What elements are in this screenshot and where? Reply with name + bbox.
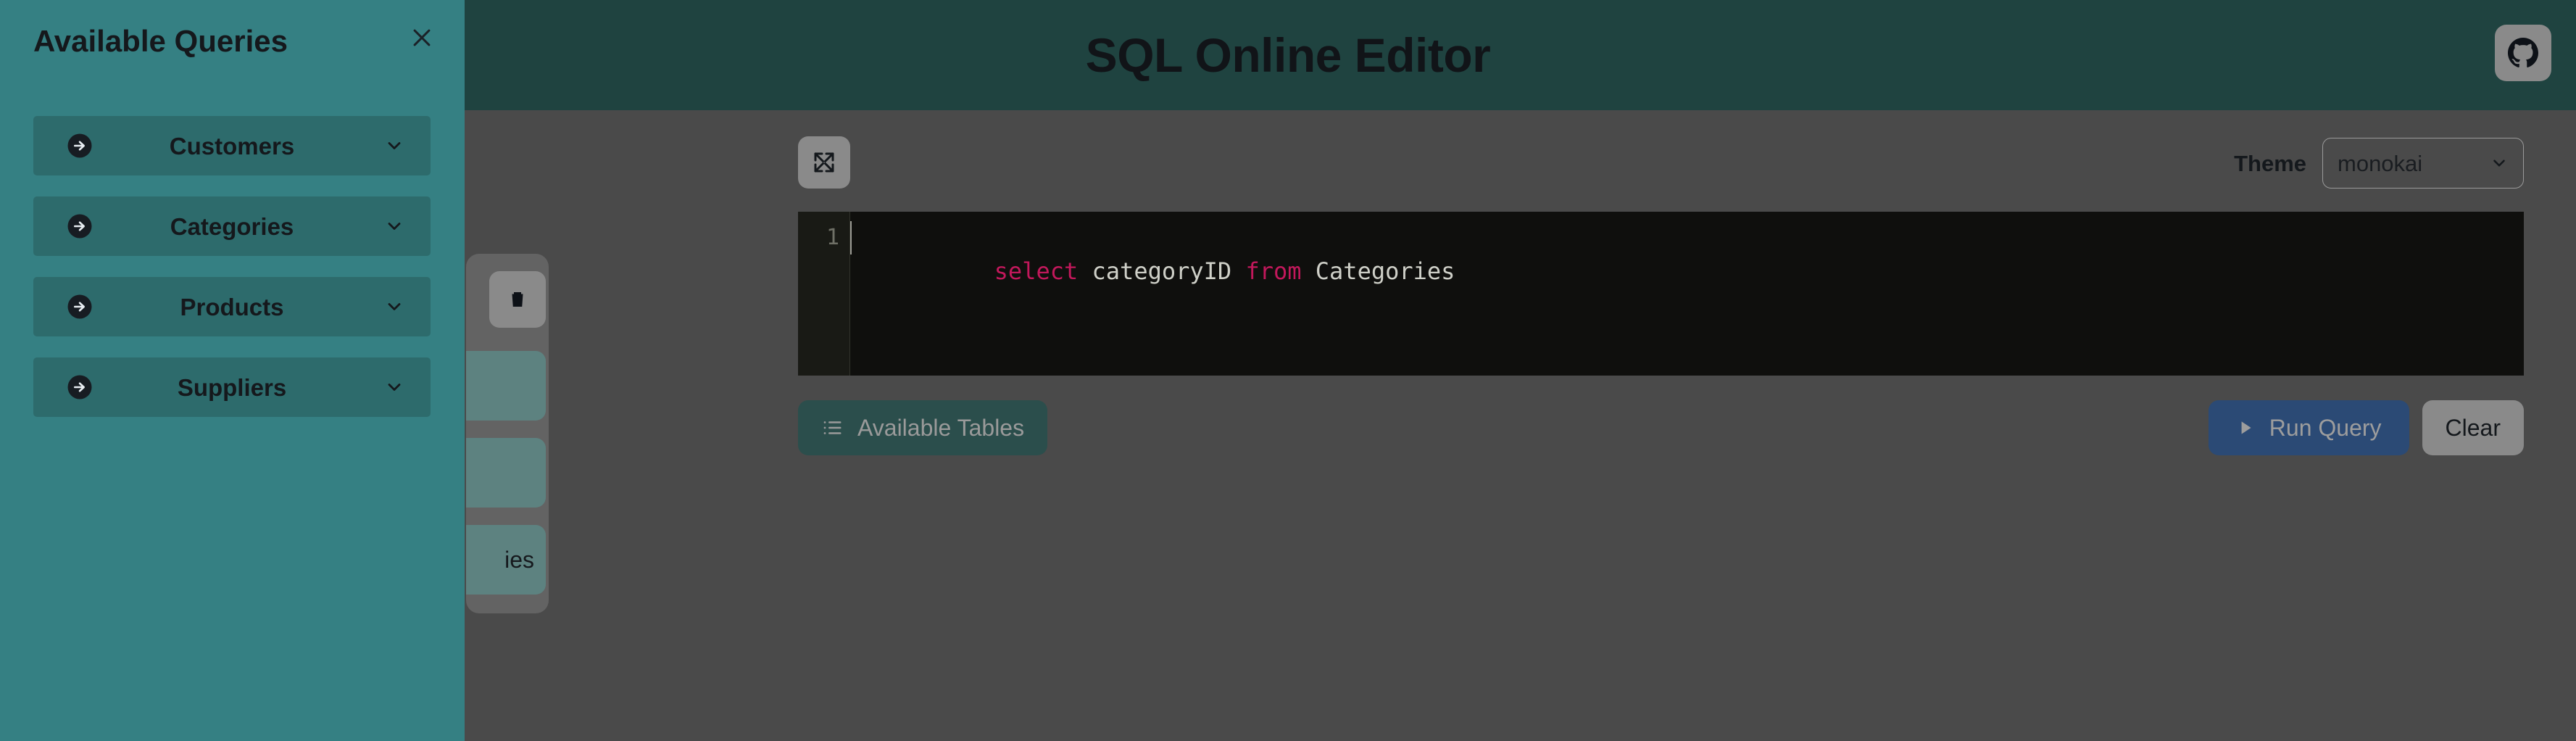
list-icon [821, 417, 843, 439]
code-area[interactable]: select categoryID from Categories [850, 212, 2524, 376]
drawer-close-button[interactable] [404, 20, 439, 55]
run-query-button[interactable]: Run Query [2208, 400, 2409, 455]
arrow-right-circle-icon [67, 133, 93, 159]
arrow-right-circle-icon [67, 294, 93, 320]
close-icon [410, 25, 434, 50]
sidebar-item-label: Customers [169, 132, 295, 160]
sidebar-item-suppliers[interactable]: Suppliers [33, 357, 431, 417]
sidebar-item-label: Suppliers [177, 373, 287, 401]
list-item[interactable] [466, 351, 546, 421]
editor-action-bar: Available Tables Run Query Clear [798, 400, 2524, 455]
line-number-gutter: 1 [798, 212, 850, 376]
trash-icon [507, 289, 528, 310]
sql-code-editor[interactable]: 1 select categoryID from Categories [798, 212, 2524, 376]
list-item[interactable] [466, 438, 546, 508]
chevron-down-icon [384, 297, 404, 317]
run-query-label: Run Query [2269, 415, 2382, 441]
obscured-queries-panel: ies [466, 254, 549, 613]
chevron-down-icon [384, 377, 404, 397]
theme-select-value: monokai [2338, 150, 2423, 176]
available-queries-drawer: Available Queries Customers Categories P… [0, 0, 465, 741]
github-link-button[interactable] [2495, 25, 2551, 81]
sidebar-item-categories[interactable]: Categories [33, 196, 431, 256]
editor-toolbar: Theme monokai [798, 136, 2524, 196]
fullscreen-toggle-button[interactable] [798, 136, 850, 189]
delete-button[interactable] [489, 271, 546, 328]
play-icon [2236, 418, 2255, 437]
chevron-down-icon [384, 216, 404, 236]
theme-control-group: Theme monokai [2234, 138, 2524, 189]
text-caret [850, 221, 852, 254]
available-tables-label: Available Tables [857, 415, 1025, 441]
theme-label: Theme [2234, 150, 2306, 176]
available-tables-button[interactable]: Available Tables [798, 400, 1048, 455]
sidebar-item-label: Products [180, 293, 284, 320]
theme-select[interactable]: monokai [2322, 138, 2524, 189]
page-title: SQL Online Editor [1085, 28, 1491, 82]
query-accordion-list: Customers Categories Products Suppliers [33, 116, 431, 438]
sql-token-plain: Categories [1301, 257, 1455, 285]
sql-token-keyword: from [1245, 257, 1302, 285]
primary-actions: Run Query Clear [2208, 400, 2524, 455]
sidebar-item-customers[interactable]: Customers [33, 116, 431, 175]
line-number: 1 [826, 225, 839, 250]
code-line: select categoryID from Categories [850, 221, 2524, 285]
arrow-right-circle-icon [67, 374, 93, 400]
sql-token-keyword: select [994, 257, 1079, 285]
sql-token-plain: categoryID [1078, 257, 1246, 285]
github-icon [2508, 38, 2538, 68]
sidebar-item-label: Categories [170, 212, 294, 240]
list-item-label: ies [504, 547, 534, 573]
app-root: SQL Online Editor ies Theme monokai 1 se… [0, 0, 2576, 741]
fullscreen-expand-icon [811, 149, 837, 175]
drawer-title: Available Queries [33, 24, 288, 58]
sidebar-item-products[interactable]: Products [33, 277, 431, 336]
arrow-right-circle-icon [67, 213, 93, 239]
list-item[interactable]: ies [466, 525, 546, 595]
chevron-down-icon [384, 136, 404, 156]
chevron-down-icon [2490, 154, 2509, 173]
clear-button[interactable]: Clear [2422, 400, 2524, 455]
